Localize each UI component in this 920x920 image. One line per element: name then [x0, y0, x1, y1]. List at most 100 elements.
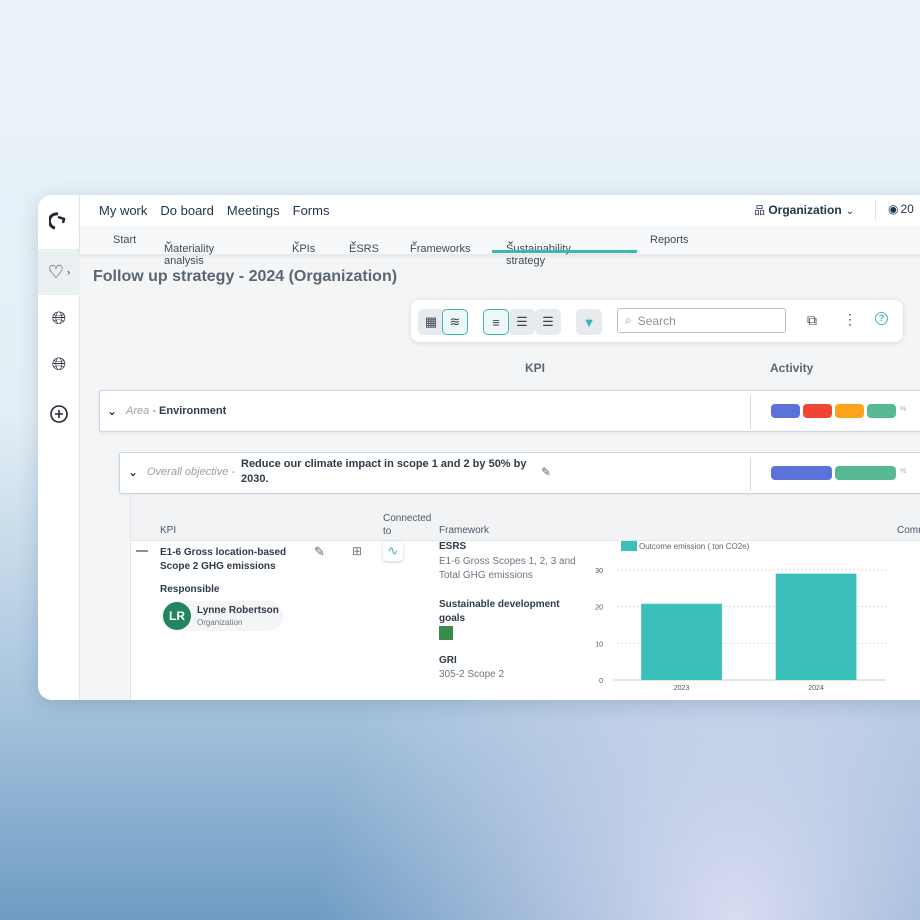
edit-button[interactable]: ✎	[314, 544, 325, 560]
table-view-button[interactable]: ▦	[418, 309, 444, 335]
density-wide-button[interactable]: ☰	[535, 309, 561, 335]
avatar: LR	[163, 602, 191, 630]
density-compact-button[interactable]: ≡	[483, 309, 509, 335]
table-icon: ▦	[424, 314, 438, 329]
filter-button[interactable]: ▼	[576, 309, 602, 335]
tab-sustainability-strategy[interactable]: Sustainability strategy ⌄	[506, 234, 571, 267]
objective-label: Overall objective -	[147, 466, 236, 478]
bar	[641, 603, 722, 680]
chevron-down-icon[interactable]: ⌄	[107, 404, 117, 418]
y-tick-label: 10	[595, 641, 603, 648]
nav-forms[interactable]: Forms	[293, 203, 330, 218]
area-row[interactable]: ⌄ Area - Environment %	[99, 390, 920, 432]
app-window: ♡ › 🌐︎ 🌐︎ My work Do board Meetings Forms…	[38, 195, 920, 700]
tab-frameworks[interactable]: Frameworks ⌄	[410, 234, 471, 255]
percent-label: %	[900, 406, 907, 413]
active-tab-indicator	[492, 250, 637, 253]
plus-circle-icon	[50, 405, 68, 423]
tab-reports[interactable]: Reports	[650, 234, 689, 246]
layers-view-button[interactable]: ≋	[442, 309, 468, 335]
legend-label: Outcome emission ( ton CO2e)	[639, 542, 750, 551]
chevron-down-icon[interactable]: ⌄	[128, 465, 138, 479]
activity-pill	[771, 404, 800, 418]
logo[interactable]	[38, 198, 80, 244]
year-selector[interactable]: ◉ 20	[888, 202, 920, 216]
chevron-down-icon: ⌄	[845, 206, 855, 217]
tab-materiality-analysis[interactable]: Materiality analysis ⌄	[164, 234, 214, 267]
sidebar-item-globe-user[interactable]: 🌐︎	[38, 295, 80, 341]
x-tick-label: 2024	[808, 685, 824, 692]
responsible-label: Responsible	[160, 584, 220, 595]
activity-pill	[867, 404, 896, 418]
emission-chart: Outcome emission ( ton CO2e) 0 10 20 30 2023 2…	[595, 541, 886, 692]
toolbar: ▦ ≋ ≡ ☰ ☰ ▼ ⌕ Search ⧉ ⋮ ?	[411, 300, 903, 342]
bar	[775, 573, 857, 680]
person-name: Lynne Robertson	[197, 605, 279, 616]
puzzle-icon: ⧉	[807, 312, 817, 328]
tab-kpis[interactable]: KPIs ⌄	[292, 234, 315, 255]
sidebar: ♡ › 🌐︎ 🌐︎	[38, 195, 80, 700]
y-tick-label: 0	[599, 678, 603, 685]
divider	[875, 200, 876, 220]
sidebar-item-globe-refresh[interactable]: 🌐︎	[38, 341, 80, 387]
org-chart-icon: 品	[754, 205, 765, 217]
kpi-column-header: KPI	[525, 361, 546, 375]
nav-do-board[interactable]: Do board	[160, 203, 213, 218]
x-tick-label: 2023	[674, 685, 690, 692]
y-tick-label: 30	[595, 568, 603, 575]
puzzle-button[interactable]: ⧉	[807, 312, 817, 329]
divider	[750, 457, 751, 491]
kpi-header: KPI	[160, 525, 177, 536]
nav-my-work[interactable]: My work	[99, 203, 147, 218]
framework-header: Framework	[439, 525, 490, 536]
globe-user-icon: 🌐︎	[51, 307, 67, 328]
sidebar-item-add[interactable]	[38, 391, 80, 437]
person-org: Organization	[197, 618, 243, 627]
search-input[interactable]: ⌕ Search	[617, 308, 786, 333]
sidebar-item-strategy[interactable]: ♡ ›	[38, 249, 80, 295]
edit-icon: ✎	[314, 544, 325, 559]
lines-icon: ≡	[492, 314, 500, 330]
page-title: Follow up strategy - 2024 (Organization)	[93, 268, 398, 285]
layers-icon: ≋	[449, 314, 461, 329]
y-tick-label: 20	[595, 605, 603, 612]
hierarchy-button[interactable]: ⊞	[352, 544, 362, 558]
kpi-table-header	[131, 495, 920, 541]
sdg-goal-icon	[439, 626, 453, 640]
chevron-right-icon: ›	[67, 267, 71, 277]
activity-pill	[835, 404, 864, 418]
objective-text: Reduce our climate impact in scope 1 and…	[241, 458, 527, 485]
framework-detail: E1-6 Gross Scopes 1, 2, 3 and Total GHG …	[439, 556, 576, 581]
edit-icon: ✎	[541, 465, 552, 479]
lines-icon: ☰	[542, 314, 554, 329]
framework-name: Sustainable development goals	[439, 599, 560, 624]
more-button[interactable]: ⋮	[843, 311, 857, 328]
connected-header: Connected to	[383, 513, 432, 537]
responsible-chip[interactable]: LR Lynne Robertson Organization	[161, 601, 283, 631]
collapse-icon[interactable]	[136, 550, 148, 552]
globe-refresh-icon: 🌐︎	[51, 353, 67, 374]
density-normal-button[interactable]: ☰	[509, 309, 535, 335]
top-nav: My work Do board Meetings Forms 品 Organi…	[80, 195, 920, 225]
framework-name: ESRS	[439, 541, 467, 552]
nav-meetings[interactable]: Meetings	[227, 203, 280, 218]
organization-selector[interactable]: 品 Organization ⌄	[754, 202, 867, 218]
tab-start[interactable]: Start	[113, 234, 136, 246]
activity-pill	[803, 404, 832, 418]
divider	[750, 395, 751, 429]
framework-detail: 305-2 Scope 2	[439, 669, 505, 680]
radio-icon: ◉	[888, 202, 899, 216]
help-button[interactable]: ?	[875, 312, 888, 325]
activity-column-header: Activity	[770, 361, 814, 375]
hierarchy-icon: ⊞	[352, 544, 363, 558]
percent-label: %	[900, 468, 907, 475]
lines-icon: ☰	[516, 314, 528, 329]
tab-esrs[interactable]: ESRS ⌄	[349, 234, 379, 255]
edit-button[interactable]: ✎	[541, 465, 551, 479]
help-icon: ?	[878, 313, 885, 323]
activity-pill	[771, 466, 832, 480]
connected-button[interactable]: ∿	[383, 541, 403, 561]
heart-icon: ♡	[47, 261, 65, 282]
kpi-name[interactable]: E1-6 Gross location-based Scope 2 GHG em…	[160, 546, 300, 574]
objective-row[interactable]: ⌄ Overall objective - Reduce our climate…	[119, 452, 920, 494]
